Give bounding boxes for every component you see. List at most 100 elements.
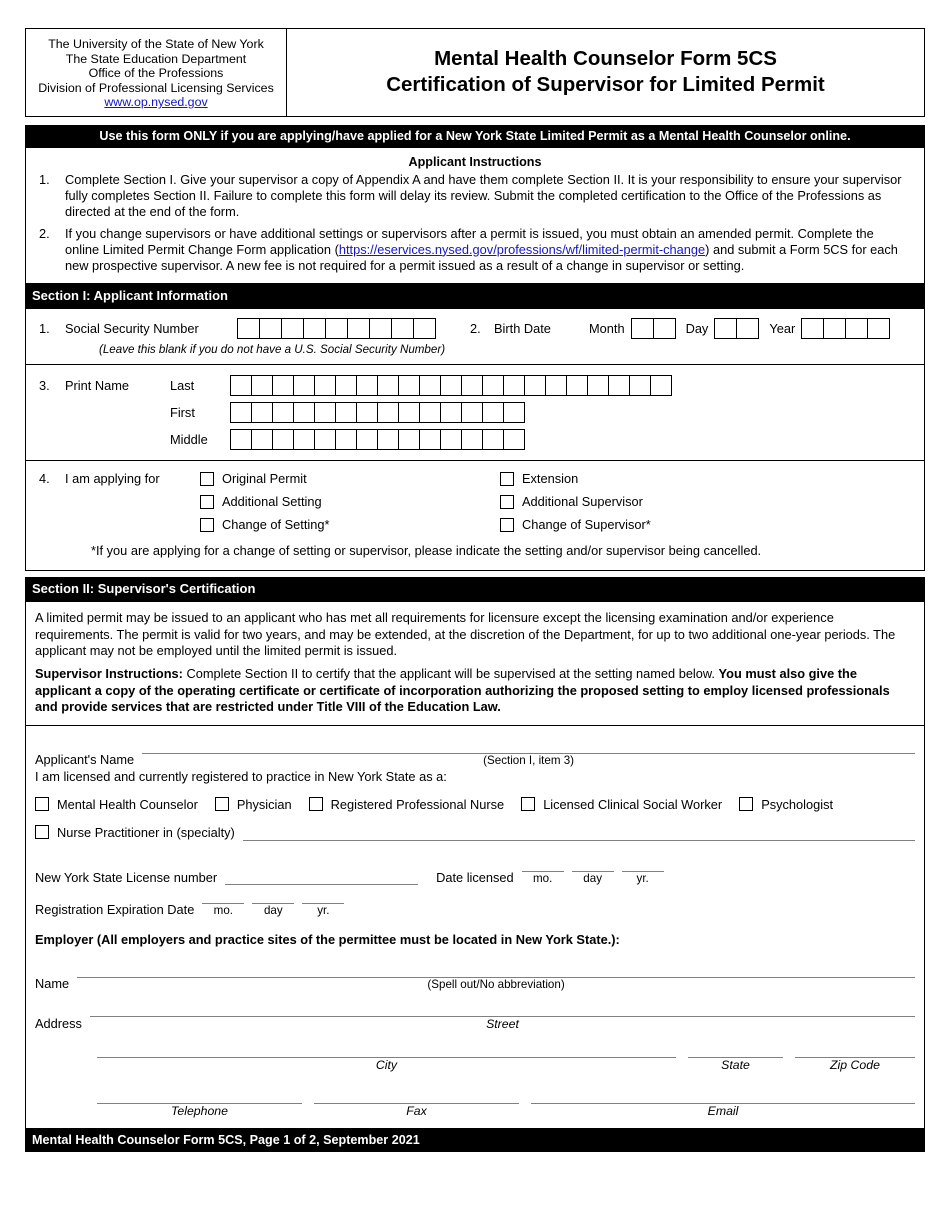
input-cell[interactable] — [801, 318, 825, 340]
checkbox-nurse-practitioner[interactable] — [35, 825, 49, 840]
input-cell[interactable] — [356, 402, 378, 424]
input-cell[interactable] — [419, 429, 441, 451]
address-zip-input[interactable] — [795, 1042, 915, 1058]
address-street-input[interactable] — [89, 1001, 915, 1017]
input-cell[interactable] — [272, 429, 294, 451]
middle-name-cells[interactable] — [230, 429, 525, 451]
checkbox-physician[interactable] — [214, 797, 229, 812]
input-cell[interactable] — [347, 318, 370, 340]
date-licensed-year-input[interactable] — [621, 857, 664, 872]
address-state-input[interactable] — [688, 1042, 783, 1058]
checkbox-row-physician[interactable]: Physician — [214, 797, 292, 812]
birth-year-cells[interactable] — [801, 318, 891, 340]
input-cell[interactable] — [293, 375, 315, 397]
input-cell[interactable] — [823, 318, 847, 340]
checkbox-row-extension[interactable]: Extension — [500, 471, 800, 486]
input-cell[interactable] — [356, 375, 378, 397]
input-cell[interactable] — [482, 402, 504, 424]
address-city-input[interactable] — [97, 1042, 676, 1058]
birth-month-cells[interactable] — [630, 318, 676, 340]
registration-expiration-month-input[interactable] — [202, 889, 245, 904]
input-cell[interactable] — [482, 375, 504, 397]
employer-name-input[interactable] — [77, 962, 915, 978]
input-cell[interactable] — [272, 402, 294, 424]
input-cell[interactable] — [566, 375, 588, 397]
checkbox-row-nurse-practitioner[interactable]: Nurse Practitioner in (specialty) — [35, 825, 243, 841]
checkbox-row-additional-setting[interactable]: Additional Setting — [200, 494, 500, 509]
applicant-name-input[interactable] — [142, 738, 915, 754]
registration-expiration-year-input[interactable] — [302, 889, 345, 904]
input-cell[interactable] — [237, 318, 260, 340]
checkbox-row-additional-supervisor[interactable]: Additional Supervisor — [500, 494, 800, 509]
registration-expiration-day-input[interactable] — [252, 889, 295, 904]
input-cell[interactable] — [398, 402, 420, 424]
input-cell[interactable] — [398, 375, 420, 397]
input-cell[interactable] — [419, 375, 441, 397]
checkbox-row-change-of-supervisor[interactable]: Change of Supervisor* — [500, 517, 800, 532]
input-cell[interactable] — [281, 318, 304, 340]
input-cell[interactable] — [377, 402, 399, 424]
date-licensed-day-input[interactable] — [571, 857, 614, 872]
input-cell[interactable] — [377, 429, 399, 451]
input-cell[interactable] — [303, 318, 326, 340]
email-input[interactable] — [531, 1088, 915, 1104]
checkbox-row-original-permit[interactable]: Original Permit — [200, 471, 500, 486]
input-cell[interactable] — [503, 375, 525, 397]
license-number-input[interactable] — [225, 870, 419, 885]
checkbox-extension[interactable] — [500, 471, 514, 486]
input-cell[interactable] — [314, 375, 336, 397]
input-cell[interactable] — [413, 318, 436, 340]
checkbox-row-licensed-clinical-social-worker[interactable]: Licensed Clinical Social Worker — [521, 797, 722, 812]
checkbox-change-of-supervisor[interactable] — [500, 517, 514, 532]
checkbox-additional-setting[interactable] — [200, 494, 214, 509]
input-cell[interactable] — [293, 429, 315, 451]
first-name-cells[interactable] — [230, 402, 525, 424]
fax-input[interactable] — [314, 1088, 519, 1104]
input-cell[interactable] — [845, 318, 869, 340]
input-cell[interactable] — [335, 429, 357, 451]
agency-website-link[interactable]: www.op.nysed.gov — [32, 95, 280, 110]
input-cell[interactable] — [503, 429, 525, 451]
input-cell[interactable] — [524, 375, 546, 397]
ssn-input-cells[interactable] — [237, 318, 436, 340]
checkbox-original-permit[interactable] — [200, 471, 214, 486]
last-name-cells[interactable] — [230, 375, 672, 397]
input-cell[interactable] — [251, 375, 273, 397]
input-cell[interactable] — [419, 402, 441, 424]
birth-day-cells[interactable] — [714, 318, 760, 340]
checkbox-licensed-clinical-social-worker[interactable] — [521, 797, 536, 812]
input-cell[interactable] — [377, 375, 399, 397]
input-cell[interactable] — [629, 375, 651, 397]
checkbox-additional-supervisor[interactable] — [500, 494, 514, 509]
input-cell[interactable] — [259, 318, 282, 340]
input-cell[interactable] — [251, 429, 273, 451]
input-cell[interactable] — [272, 375, 294, 397]
input-cell[interactable] — [736, 318, 760, 340]
input-cell[interactable] — [461, 429, 483, 451]
checkbox-row-mental-health-counselor[interactable]: Mental Health Counselor — [35, 797, 198, 812]
input-cell[interactable] — [230, 429, 252, 451]
input-cell[interactable] — [461, 375, 483, 397]
input-cell[interactable] — [325, 318, 348, 340]
input-cell[interactable] — [630, 318, 654, 340]
checkbox-psychologist[interactable] — [739, 797, 754, 812]
checkbox-change-of-setting[interactable] — [200, 517, 214, 532]
input-cell[interactable] — [650, 375, 672, 397]
input-cell[interactable] — [461, 402, 483, 424]
input-cell[interactable] — [714, 318, 738, 340]
telephone-input[interactable] — [97, 1088, 302, 1104]
input-cell[interactable] — [503, 402, 525, 424]
input-cell[interactable] — [369, 318, 392, 340]
input-cell[interactable] — [314, 429, 336, 451]
limited-permit-change-link[interactable]: https://eservices.nysed.gov/professions/… — [339, 242, 705, 257]
nurse-practitioner-specialty-input[interactable] — [242, 826, 915, 841]
input-cell[interactable] — [335, 402, 357, 424]
input-cell[interactable] — [440, 375, 462, 397]
input-cell[interactable] — [293, 402, 315, 424]
checkbox-row-change-of-setting[interactable]: Change of Setting* — [200, 517, 500, 532]
input-cell[interactable] — [356, 429, 378, 451]
checkbox-registered-professional-nurse[interactable] — [308, 797, 323, 812]
input-cell[interactable] — [652, 318, 676, 340]
input-cell[interactable] — [251, 402, 273, 424]
input-cell[interactable] — [335, 375, 357, 397]
